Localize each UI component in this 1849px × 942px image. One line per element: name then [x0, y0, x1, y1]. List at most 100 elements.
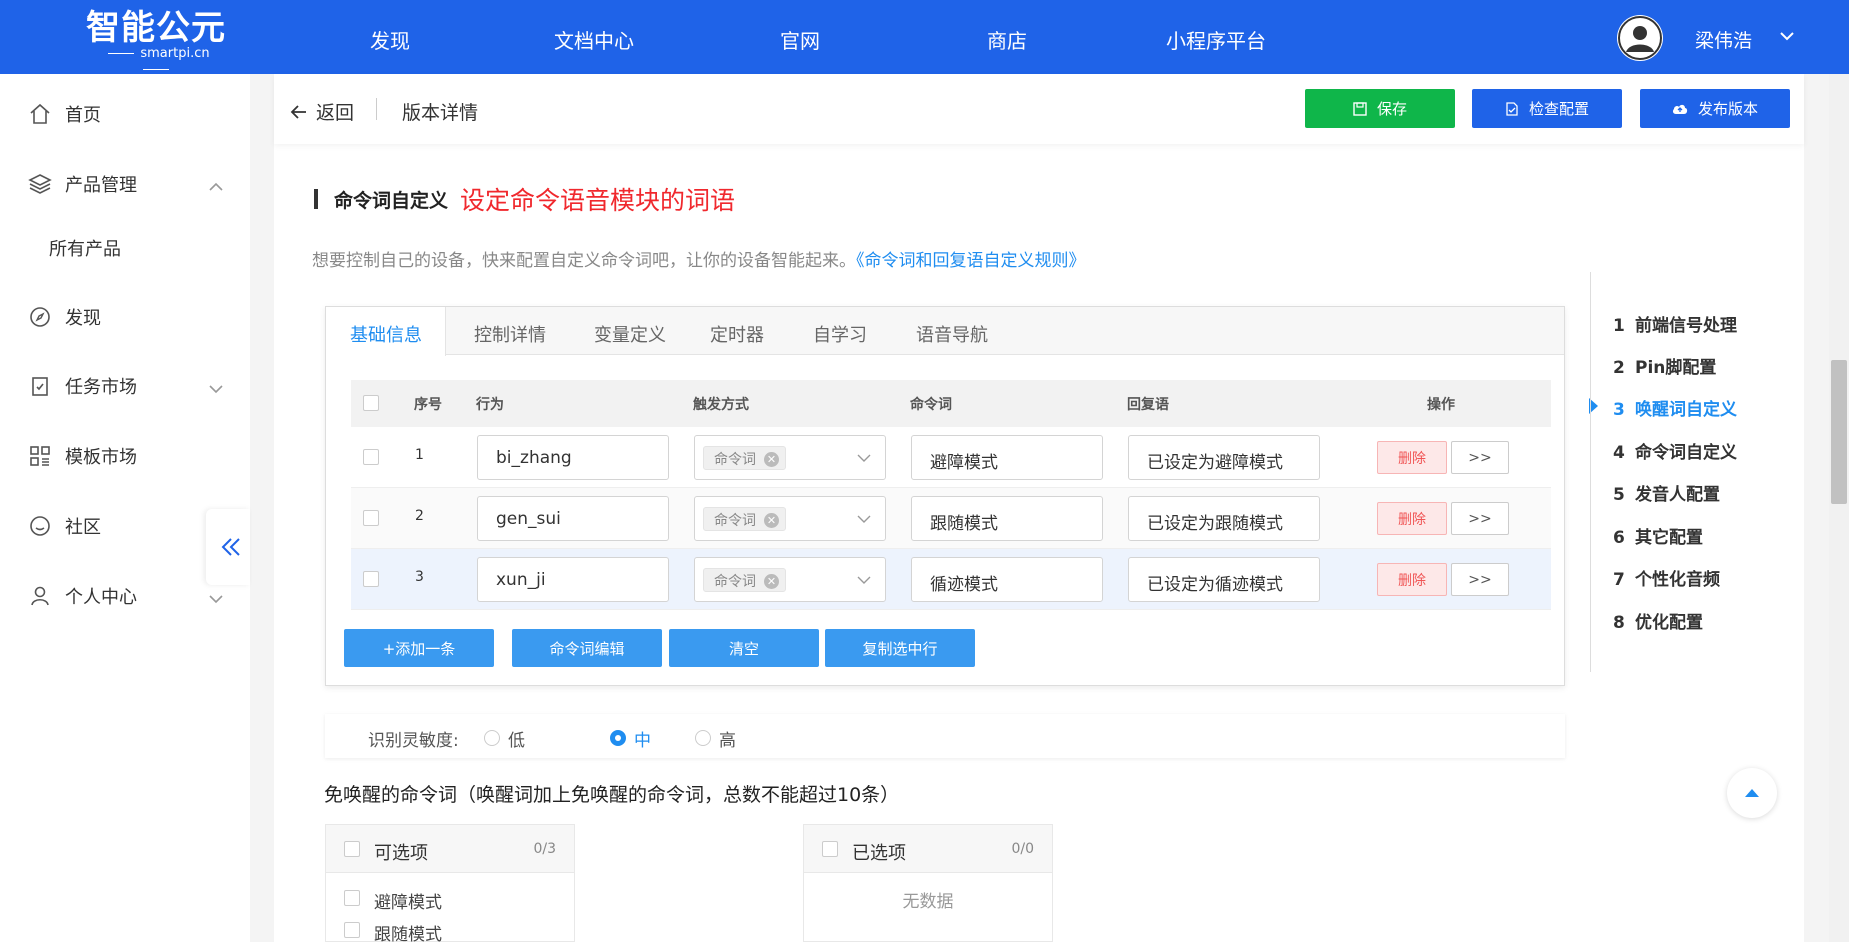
- tab-control-details[interactable]: 控制详情: [474, 321, 546, 347]
- item-checkbox[interactable]: [344, 922, 360, 938]
- scrollbar[interactable]: [1829, 74, 1849, 942]
- breadcrumb: 版本详情: [402, 102, 479, 124]
- nav-docs[interactable]: 文档中心: [554, 25, 634, 54]
- step-item[interactable]: 8 优化配置: [1613, 608, 1703, 633]
- delete-button[interactable]: 删除: [1377, 441, 1447, 474]
- reply-input[interactable]: 已设定为跟随模式: [1128, 496, 1320, 541]
- expand-button[interactable]: >>: [1451, 563, 1509, 596]
- sidebar-item-template-market[interactable]: 模板市场: [0, 435, 250, 475]
- radio-high-label[interactable]: 高: [719, 726, 736, 751]
- command-edit-button[interactable]: 命令词编辑: [512, 629, 662, 667]
- back-button[interactable]: 返回: [290, 98, 354, 125]
- back-to-top-button[interactable]: [1727, 768, 1777, 818]
- sidebar-item-label: 发现: [65, 308, 101, 329]
- publish-version-label: 发布版本: [1697, 100, 1758, 118]
- step-label: 发音人配置: [1635, 485, 1720, 505]
- sidebar-item-label: 社区: [65, 517, 101, 538]
- reply-input[interactable]: 已设定为循迹模式: [1128, 557, 1320, 602]
- item-checkbox[interactable]: [344, 890, 360, 906]
- sidebar-item-product-management[interactable]: 产品管理: [0, 163, 250, 203]
- collapse-sidebar-button[interactable]: [206, 509, 250, 585]
- row-checkbox[interactable]: [363, 571, 379, 587]
- sidebar-item-label: 模板市场: [65, 447, 137, 468]
- select-all-checkbox[interactable]: [363, 395, 379, 411]
- trigger-select[interactable]: 命令词 ✕: [694, 557, 886, 602]
- check-config-button[interactable]: 检查配置: [1472, 89, 1622, 128]
- expand-button[interactable]: >>: [1451, 441, 1509, 474]
- radio-low[interactable]: [484, 730, 500, 746]
- command-input[interactable]: 避障模式: [911, 435, 1103, 480]
- radio-high[interactable]: [695, 730, 711, 746]
- tag-close-icon[interactable]: ✕: [764, 512, 779, 528]
- sidebar-item-discover[interactable]: 发现: [0, 296, 250, 336]
- step-item-active[interactable]: 3 唤醒词自定义: [1613, 395, 1737, 420]
- radio-medium-label[interactable]: 中: [634, 726, 651, 751]
- step-item[interactable]: 4 命令词自定义: [1613, 438, 1737, 463]
- row-checkbox[interactable]: [363, 510, 379, 526]
- rules-link[interactable]: 《命令词和回复语自定义规则》: [856, 251, 1086, 271]
- reply-input[interactable]: 已设定为避障模式: [1128, 435, 1320, 480]
- step-num: 5: [1613, 485, 1625, 505]
- logo[interactable]: 智能公元 smartpi.cn: [86, 10, 226, 66]
- command-input[interactable]: 循迹模式: [911, 557, 1103, 602]
- copy-selected-rows-button[interactable]: 复制选中行: [825, 629, 975, 667]
- action-input[interactable]: gen_sui: [477, 496, 669, 541]
- step-item[interactable]: 1 前端信号处理: [1613, 311, 1737, 336]
- sidebar-item-home[interactable]: 首页: [0, 93, 250, 133]
- command-input[interactable]: 跟随模式: [911, 496, 1103, 541]
- nav-store[interactable]: 商店: [987, 25, 1027, 54]
- step-item[interactable]: 6 其它配置: [1613, 523, 1703, 548]
- select-all-available-checkbox[interactable]: [344, 841, 360, 857]
- publish-version-button[interactable]: 发布版本: [1640, 89, 1790, 128]
- list-item[interactable]: 避障模式: [374, 888, 442, 913]
- scrollbar-thumb[interactable]: [1831, 360, 1847, 504]
- trigger-select[interactable]: 命令词 ✕: [694, 435, 886, 480]
- tab-voice-navigation[interactable]: 语音导航: [916, 321, 988, 347]
- tab-variable-definition[interactable]: 变量定义: [594, 321, 666, 347]
- section-description: 想要控制自己的设备，快来配置自定义命令词吧，让你的设备智能起来。《命令词和回复语…: [312, 246, 1086, 271]
- step-item[interactable]: 7 个性化音频: [1613, 565, 1720, 590]
- nav-mini-program[interactable]: 小程序平台: [1166, 25, 1266, 54]
- tab-basic-info[interactable]: 基础信息: [350, 321, 422, 347]
- avatar[interactable]: [1617, 15, 1663, 61]
- col-operations: 操作: [1427, 397, 1455, 413]
- sidebar-item-task-market[interactable]: 任务市场: [0, 365, 250, 405]
- tag-close-icon[interactable]: ✕: [764, 451, 779, 467]
- top-navbar: 智能公元 smartpi.cn 发现 文档中心 官网 商店 小程序平台 梁伟浩: [0, 0, 1849, 74]
- expand-button[interactable]: >>: [1451, 502, 1509, 535]
- col-index: 序号: [414, 397, 442, 413]
- action-input[interactable]: xun_ji: [477, 557, 669, 602]
- sidebar-item-all-products[interactable]: 所有产品: [0, 227, 250, 267]
- step-item[interactable]: 5 发音人配置: [1613, 480, 1720, 505]
- trigger-select[interactable]: 命令词 ✕: [694, 496, 886, 541]
- tab-timer[interactable]: 定时器: [710, 321, 764, 347]
- save-button[interactable]: 保存: [1305, 89, 1455, 128]
- action-input[interactable]: bi_zhang: [477, 435, 669, 480]
- chevron-down-icon: [209, 379, 223, 399]
- clear-button[interactable]: 清空: [669, 629, 819, 667]
- select-all-selected-checkbox[interactable]: [822, 841, 838, 857]
- nav-official-site[interactable]: 官网: [780, 25, 820, 54]
- step-item[interactable]: 2 Pin脚配置: [1613, 353, 1716, 378]
- radio-medium[interactable]: [610, 730, 626, 746]
- title-accent-bar: [314, 189, 318, 209]
- row-checkbox[interactable]: [363, 449, 379, 465]
- add-row-button[interactable]: +添加一条: [344, 629, 494, 667]
- tag-close-icon[interactable]: ✕: [764, 573, 779, 589]
- chevron-down-icon: [209, 589, 223, 609]
- delete-button[interactable]: 删除: [1377, 502, 1447, 535]
- chevron-down-icon[interactable]: [1779, 28, 1795, 49]
- check-config-label: 检查配置: [1528, 100, 1589, 118]
- table-header: 序号 行为 触发方式 命令词 回复语 操作: [351, 380, 1551, 427]
- step-label: 前端信号处理: [1635, 316, 1737, 336]
- config-card: 基础信息 控制详情 变量定义 定时器 自学习 语音导航 序号 行为 触发方式 命…: [325, 306, 1565, 686]
- radio-low-label[interactable]: 低: [508, 726, 525, 751]
- empty-text: 无数据: [902, 892, 954, 912]
- delete-button[interactable]: 删除: [1377, 563, 1447, 596]
- user-name[interactable]: 梁伟浩: [1695, 26, 1752, 53]
- nav-discover[interactable]: 发现: [370, 25, 410, 54]
- step-label: 优化配置: [1635, 613, 1703, 633]
- tab-self-learning[interactable]: 自学习: [813, 321, 867, 347]
- step-num: 3: [1613, 400, 1625, 420]
- list-item[interactable]: 跟随模式: [374, 920, 442, 942]
